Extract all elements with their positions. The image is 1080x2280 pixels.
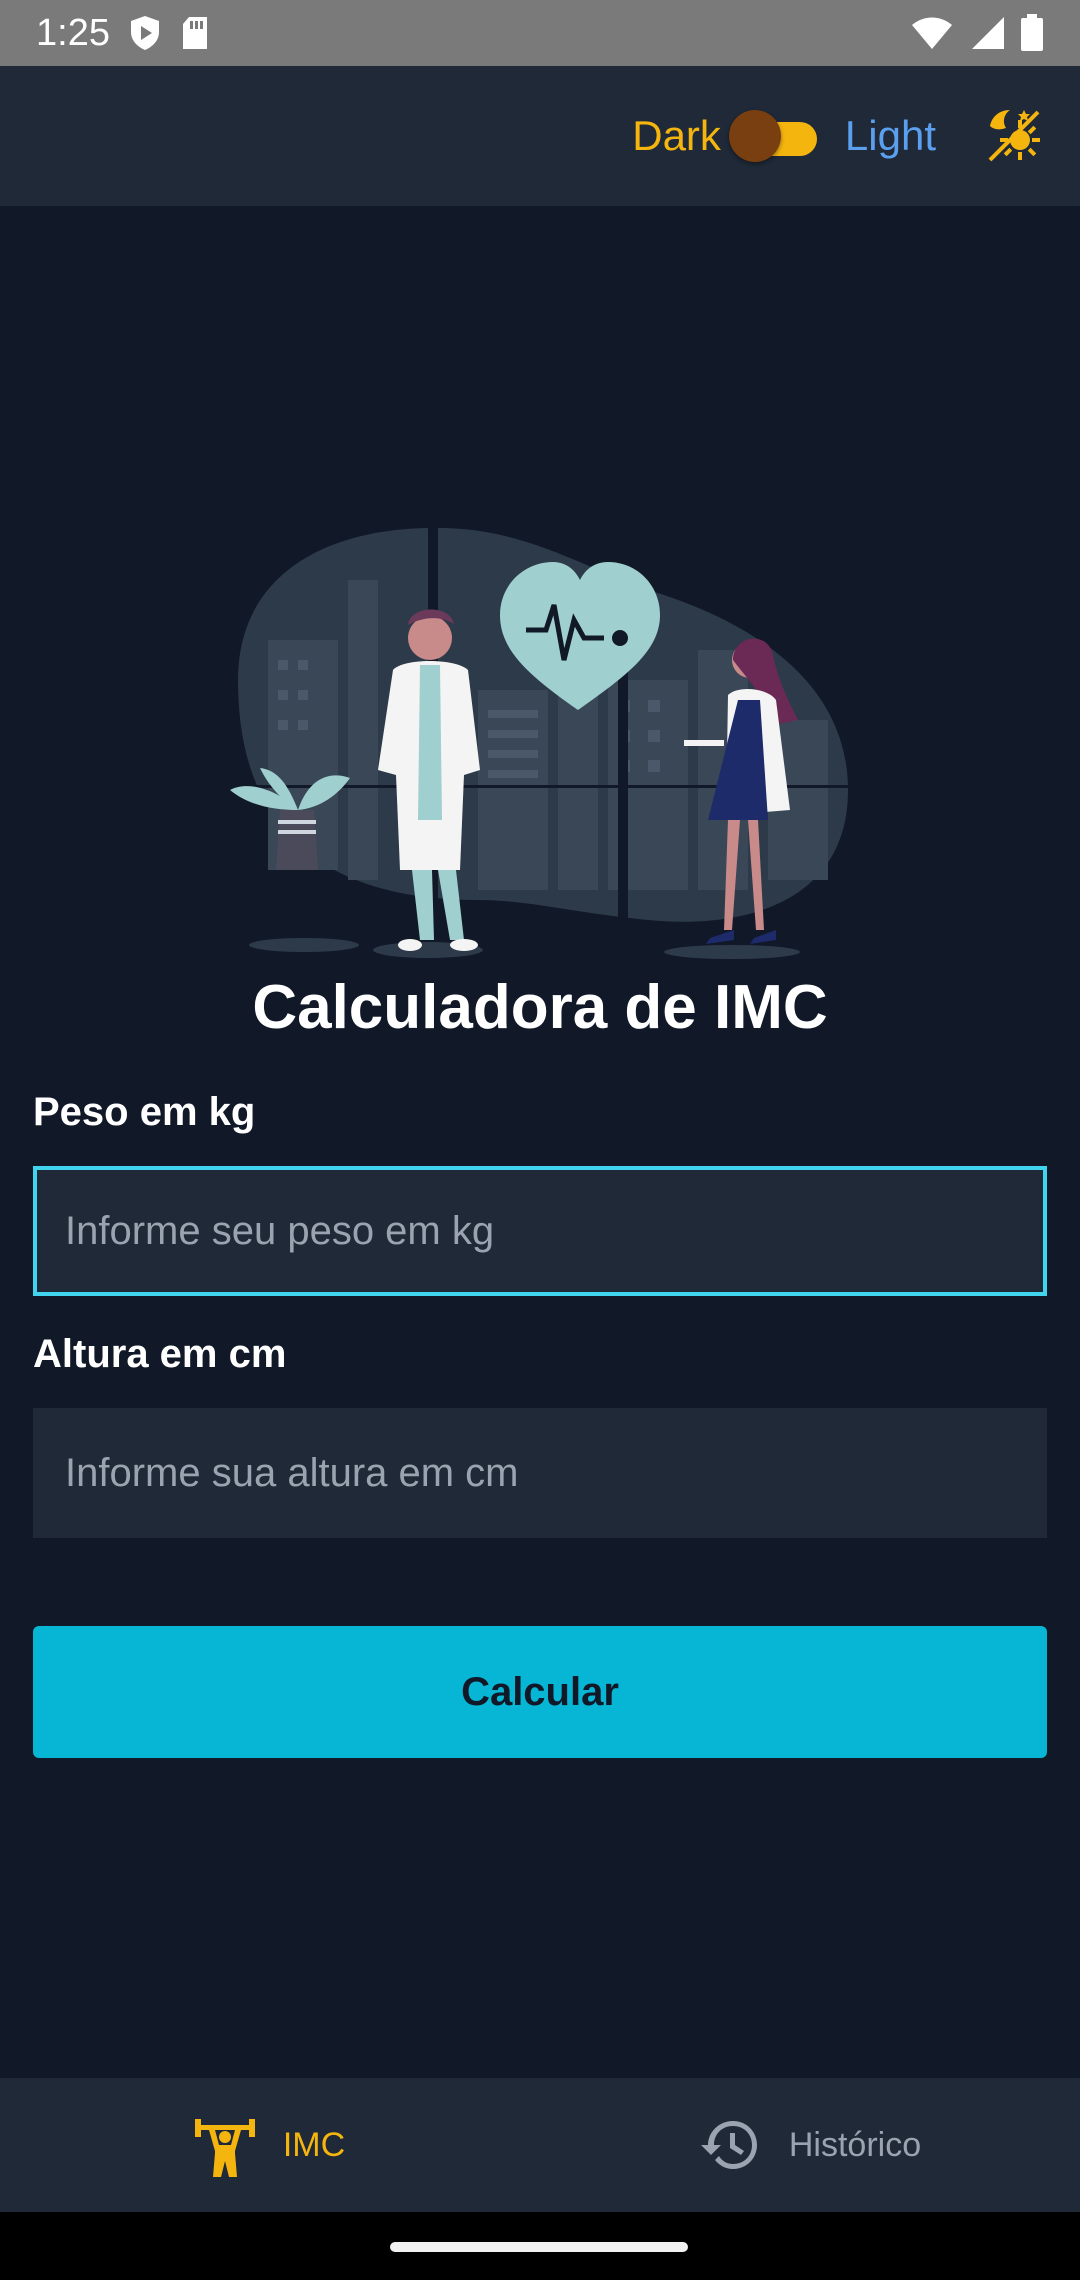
toggle-thumb <box>728 110 781 162</box>
weight-input[interactable] <box>33 1166 1047 1296</box>
height-label: Altura em cm <box>33 1332 287 1376</box>
nav-label-imc: IMC <box>282 2125 346 2164</box>
shield-play-icon <box>130 16 159 50</box>
status-bar: 1:25 <box>0 0 1080 66</box>
nav-item-imc[interactable]: IMC <box>0 2078 540 2212</box>
status-left: 1:25 <box>36 12 210 55</box>
theme-dark-label: Dark <box>632 112 721 159</box>
sd-card-icon <box>182 17 207 49</box>
battery-icon <box>1021 14 1043 51</box>
screen: 1:25 Dark Light Calculadora de IMC Peso … <box>0 0 1080 2280</box>
bottom-nav: IMC Histórico <box>0 2078 1080 2212</box>
theme-mode-icon[interactable] <box>984 106 1044 166</box>
home-gesture-bar[interactable] <box>390 2242 688 2252</box>
nav-label-historico: Histórico <box>788 2125 922 2164</box>
theme-toggle[interactable] <box>728 110 817 162</box>
weight-label: Peso em kg <box>33 1090 256 1134</box>
gesture-area <box>0 2212 1080 2280</box>
history-icon <box>700 2121 757 2169</box>
theme-light-label: Light <box>844 112 936 159</box>
wifi-icon <box>912 17 952 49</box>
status-right <box>910 14 1044 52</box>
signal-icon <box>972 17 1004 49</box>
status-time: 1:25 <box>36 11 110 54</box>
calculate-button[interactable]: Calcular <box>33 1626 1047 1758</box>
page-title: Calculadora de IMC <box>252 973 828 1042</box>
weightlifter-icon <box>194 2119 255 2177</box>
height-input[interactable] <box>33 1408 1047 1538</box>
doctors-illustration <box>230 520 848 959</box>
app-bar: Dark Light <box>0 66 1080 206</box>
nav-item-historico[interactable]: Histórico <box>540 2078 1080 2212</box>
